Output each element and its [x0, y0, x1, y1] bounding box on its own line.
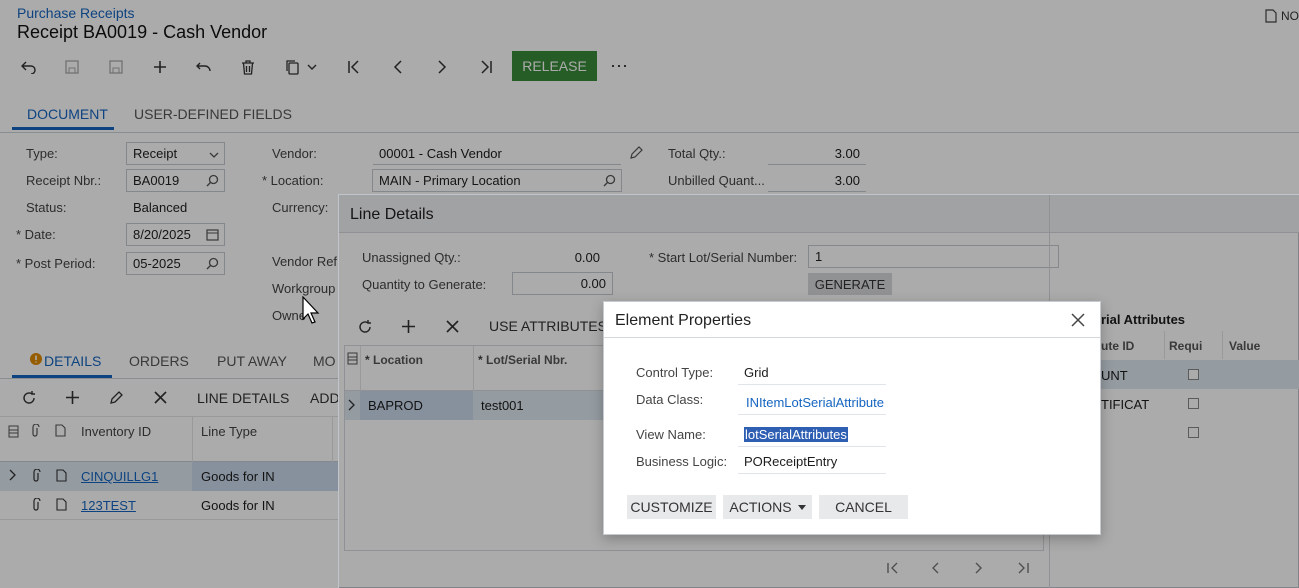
customize-button[interactable]: CUSTOMIZE — [627, 495, 716, 519]
control-type-label: Control Type: — [636, 365, 714, 380]
caret-down-icon — [797, 504, 806, 510]
view-name-field[interactable]: lotSerialAttributes — [738, 423, 886, 447]
actions-button[interactable]: ACTIONS — [723, 495, 812, 519]
mouse-cursor-icon — [302, 296, 320, 324]
control-type-value: Grid — [738, 361, 886, 385]
dialog-title: Element Properties — [615, 312, 752, 329]
actions-label: ACTIONS — [729, 499, 792, 515]
view-name-value: lotSerialAttributes — [744, 427, 848, 442]
data-class-label: Data Class: — [636, 392, 704, 407]
business-logic-value: POReceiptEntry — [738, 450, 886, 474]
business-logic-label: Business Logic: — [636, 454, 728, 469]
dialog-divider — [604, 337, 1100, 338]
data-class-link[interactable]: INItemLotSerialAttribute — [738, 391, 886, 415]
cancel-button[interactable]: CANCEL — [819, 495, 908, 519]
view-name-label: View Name: — [636, 427, 706, 442]
element-properties-dialog: Element Properties Control Type: Grid Da… — [603, 301, 1101, 535]
close-icon[interactable] — [1071, 313, 1085, 327]
